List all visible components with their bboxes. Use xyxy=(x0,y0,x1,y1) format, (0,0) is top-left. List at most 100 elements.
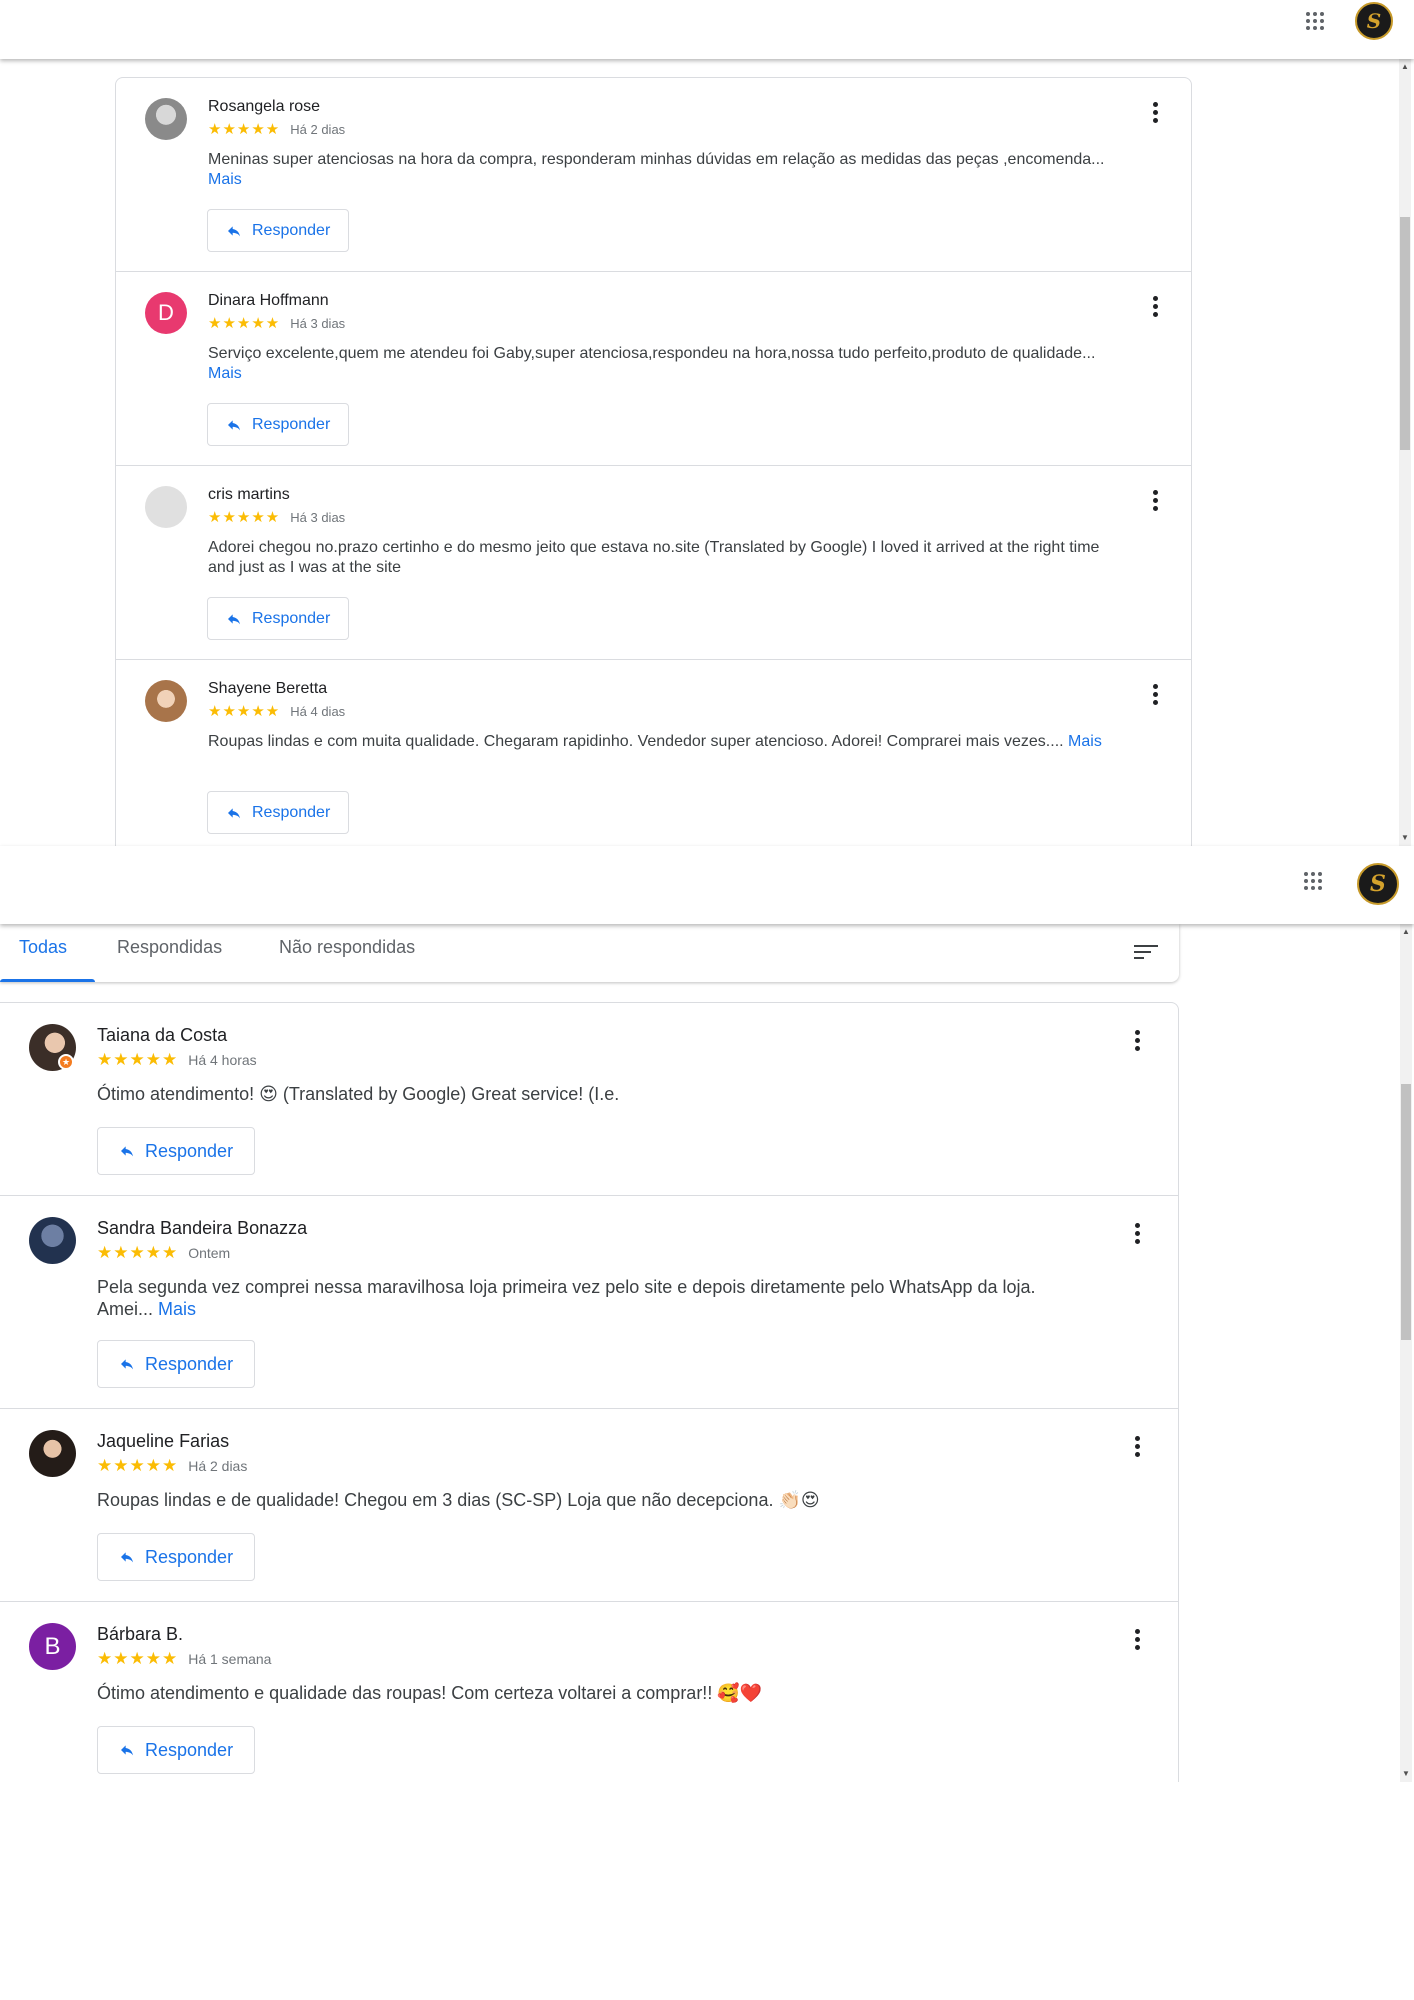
scrollbar-thumb[interactable] xyxy=(1401,1084,1411,1340)
review-age: Ontem xyxy=(188,1245,231,1261)
reviewer-name[interactable]: Jaqueline Farias xyxy=(97,1431,229,1452)
reviewer-name[interactable]: Rosangela rose xyxy=(208,98,320,116)
reviewer-avatar[interactable] xyxy=(29,1217,76,1264)
more-options-icon[interactable] xyxy=(1152,296,1158,317)
tab-answered[interactable]: Respondidas xyxy=(117,937,222,958)
scrollbar[interactable]: ▲ ▼ xyxy=(1399,59,1411,846)
reviewer-avatar[interactable] xyxy=(145,680,187,722)
tab-unanswered[interactable]: Não respondidas xyxy=(279,937,415,958)
review-body: Ótimo atendimento! 😍 (Translated by Goog… xyxy=(97,1084,620,1104)
reviewer-avatar[interactable] xyxy=(145,98,187,140)
star-rating: ★★★★★ xyxy=(97,1243,179,1262)
reviewer-avatar[interactable] xyxy=(29,1430,76,1477)
scrollbar-thumb[interactable] xyxy=(1400,217,1410,450)
review-text: Ótimo atendimento! 😍 (Translated by Goog… xyxy=(97,1083,1077,1105)
sort-filter-icon[interactable] xyxy=(1134,942,1158,962)
scroll-down-arrow-icon[interactable]: ▼ xyxy=(1400,1768,1412,1780)
reply-label: Responder xyxy=(145,1140,234,1161)
reply-button[interactable]: Responder xyxy=(207,403,350,446)
scroll-down-arrow-icon[interactable]: ▼ xyxy=(1399,832,1411,844)
reply-arrow-icon xyxy=(228,419,240,430)
review-meta: ★★★★★ Há 4 dias xyxy=(208,702,345,720)
reply-button[interactable]: Responder xyxy=(207,791,350,834)
reply-label: Responder xyxy=(252,221,331,239)
more-link[interactable]: Mais xyxy=(208,365,242,382)
reviewer-name[interactable]: Sandra Bandeira Bonazza xyxy=(97,1218,307,1239)
account-avatar[interactable]: S xyxy=(1357,863,1399,905)
reply-arrow-icon xyxy=(121,1552,133,1563)
reply-label: Responder xyxy=(252,609,331,627)
reviewer-name[interactable]: Shayene Beretta xyxy=(208,680,327,698)
review-meta: ★★★★★ Há 1 semana xyxy=(97,1649,271,1669)
review-item: Shayene Beretta ★★★★★ Há 4 dias Roupas li… xyxy=(116,660,1191,846)
reviewer-name[interactable]: Taiana da Costa xyxy=(97,1025,227,1046)
active-tab-indicator xyxy=(0,979,95,982)
more-options-icon[interactable] xyxy=(1134,1436,1140,1457)
apps-grid-icon[interactable] xyxy=(1304,872,1322,890)
more-options-icon[interactable] xyxy=(1152,684,1158,705)
reviewer-avatar[interactable]: B xyxy=(29,1623,76,1670)
review-filter-tabs: Todas Respondidas Não respondidas xyxy=(0,924,1179,982)
more-options-icon[interactable] xyxy=(1152,490,1158,511)
reviewer-name[interactable]: Bárbara B. xyxy=(97,1624,183,1645)
reviewer-name[interactable]: cris martins xyxy=(208,486,290,504)
reviews-list-panel-2: ★ Taiana da Costa ★★★★★ Há 4 horas Ótimo … xyxy=(0,1002,1179,1782)
review-text: Serviço excelente,quem me atendeu foi Ga… xyxy=(208,344,1108,384)
review-text: Ótimo atendimento e qualidade das roupas… xyxy=(97,1682,1077,1704)
reply-button[interactable]: Responder xyxy=(97,1127,256,1175)
reply-button[interactable]: Responder xyxy=(97,1726,256,1774)
reply-arrow-icon xyxy=(228,225,240,236)
review-age: Há 4 dias xyxy=(290,704,346,719)
scroll-up-arrow-icon[interactable]: ▲ xyxy=(1400,926,1412,938)
review-item: B Bárbara B. ★★★★★ Há 1 semana Ótimo aten… xyxy=(0,1602,1178,1782)
reply-arrow-icon xyxy=(121,1359,133,1370)
star-rating: ★★★★★ xyxy=(97,1050,179,1069)
reply-arrow-icon xyxy=(228,807,240,818)
review-age: Há 3 dias xyxy=(290,510,346,525)
tab-all[interactable]: Todas xyxy=(19,937,67,958)
reply-button[interactable]: Responder xyxy=(97,1533,256,1581)
reply-button[interactable]: Responder xyxy=(97,1340,256,1388)
review-age: Há 3 dias xyxy=(290,316,346,331)
scrollbar[interactable]: ▲ ▼ xyxy=(1400,924,1412,1782)
review-meta: ★★★★★ Há 2 dias xyxy=(208,120,345,138)
reviewer-avatar[interactable] xyxy=(145,486,187,528)
star-rating: ★★★★★ xyxy=(97,1649,179,1668)
reply-arrow-icon xyxy=(121,1146,133,1157)
review-age: Há 1 semana xyxy=(188,1651,272,1667)
reply-arrow-icon xyxy=(228,613,240,624)
more-link[interactable]: Mais xyxy=(1068,733,1102,750)
star-rating: ★★★★★ xyxy=(97,1456,179,1475)
review-age: Há 4 horas xyxy=(188,1052,257,1068)
more-options-icon[interactable] xyxy=(1152,102,1158,123)
review-body: Meninas super atenciosas na hora da comp… xyxy=(208,151,1105,168)
more-options-icon[interactable] xyxy=(1134,1223,1140,1244)
review-age: Há 2 dias xyxy=(290,122,346,137)
account-logo-letter: S xyxy=(1370,871,1386,897)
reply-button[interactable]: Responder xyxy=(207,597,350,640)
review-meta: ★★★★★ Há 3 dias xyxy=(208,314,345,332)
more-options-icon[interactable] xyxy=(1134,1030,1140,1051)
review-meta: ★★★★★ Há 4 horas xyxy=(97,1050,257,1070)
review-text: Adorei chegou no.prazo certinho e do mes… xyxy=(208,538,1108,578)
review-body: Serviço excelente,quem me atendeu foi Ga… xyxy=(208,345,1096,362)
reviews-list-panel-1: Rosangela rose ★★★★★ Há 2 dias Meninas su… xyxy=(115,77,1192,846)
reply-button[interactable]: Responder xyxy=(207,209,350,252)
review-item: ★ Taiana da Costa ★★★★★ Há 4 horas Ótimo … xyxy=(0,1003,1178,1196)
local-guide-badge-icon: ★ xyxy=(58,1054,74,1070)
review-item: Sandra Bandeira Bonazza ★★★★★ Ontem Pela … xyxy=(0,1196,1178,1409)
reviewer-avatar[interactable]: D xyxy=(145,292,187,334)
apps-grid-icon[interactable] xyxy=(1306,12,1324,30)
reviewer-name[interactable]: Dinara Hoffmann xyxy=(208,292,329,310)
more-link[interactable]: Mais xyxy=(208,171,242,188)
top-bar: S xyxy=(0,0,1414,59)
scroll-up-arrow-icon[interactable]: ▲ xyxy=(1399,61,1411,73)
account-logo-letter: S xyxy=(1366,9,1382,33)
review-body: Roupas lindas e de qualidade! Chegou em … xyxy=(97,1490,820,1510)
star-rating: ★★★★★ xyxy=(208,315,281,332)
review-meta: ★★★★★ Há 2 dias xyxy=(97,1456,247,1476)
more-options-icon[interactable] xyxy=(1134,1629,1140,1650)
more-link[interactable]: Mais xyxy=(158,1299,196,1319)
reply-label: Responder xyxy=(252,803,331,821)
account-avatar[interactable]: S xyxy=(1355,2,1393,40)
